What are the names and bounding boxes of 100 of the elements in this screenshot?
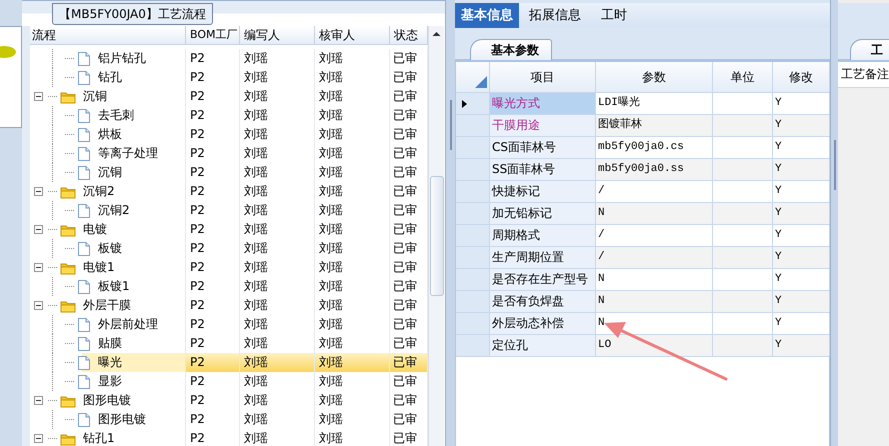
table-cell[interactable]: 干膜用途 — [490, 115, 596, 136]
column-header[interactable]: 项目 — [490, 62, 596, 92]
tree-node[interactable]: 沉铜2 — [81, 182, 117, 201]
collapse-toggle[interactable] — [34, 434, 43, 443]
table-cell[interactable]: LDI曝光 — [596, 93, 713, 114]
tree-node[interactable]: 板镀1 — [96, 277, 132, 296]
collapse-toggle[interactable] — [34, 396, 43, 405]
table-cell: 刘瑶 — [315, 87, 390, 106]
table-cell[interactable]: Y — [773, 115, 830, 136]
table-cell: P2 — [186, 353, 240, 372]
table-cell: P2 — [186, 163, 240, 182]
column-header[interactable]: BOM工厂 — [186, 26, 240, 44]
splitter-handle[interactable] — [830, 0, 838, 446]
tab[interactable]: 拓展信息 — [519, 3, 591, 28]
document-icon — [77, 146, 91, 162]
table-cell[interactable]: SS面菲林号 — [490, 159, 596, 180]
tree-node[interactable]: 等离子处理 — [96, 144, 160, 163]
table-cell[interactable]: 定位孔 — [490, 335, 596, 356]
table-cell[interactable]: 图镀菲林 — [596, 115, 713, 136]
column-header[interactable]: 流程 — [30, 26, 186, 44]
table-cell[interactable]: / — [596, 225, 713, 246]
table-cell: 已审 — [390, 353, 428, 372]
table-cell[interactable]: / — [596, 181, 713, 202]
table-cell[interactable]: mb5fy00ja0.ss — [596, 159, 713, 180]
tree-node[interactable]: 烘板 — [96, 125, 124, 144]
column-header[interactable]: 参数 — [596, 62, 713, 92]
table-cell: 刘瑶 — [315, 163, 390, 182]
table-cell[interactable]: N — [596, 291, 713, 312]
tree-node[interactable]: 图形电镀 — [81, 391, 133, 410]
collapse-toggle[interactable] — [34, 263, 43, 272]
row-header[interactable] — [456, 93, 490, 114]
tree-node[interactable]: 钻孔 — [96, 68, 124, 87]
tree-node[interactable]: 去毛刺 — [96, 106, 136, 125]
table-cell[interactable]: N — [596, 269, 713, 290]
table-cell: P2 — [186, 258, 240, 277]
collapse-toggle[interactable] — [34, 92, 43, 101]
column-header[interactable]: 单位 — [713, 62, 773, 92]
folder-icon — [60, 184, 76, 198]
document-icon — [77, 126, 91, 142]
table-cell[interactable]: 周期格式 — [490, 225, 596, 246]
table-cell: 刘瑶 — [240, 353, 315, 372]
table-cell: 刘瑶 — [240, 49, 315, 68]
table-cell[interactable]: Y — [773, 203, 830, 224]
tree-node[interactable]: 贴膜 — [96, 334, 124, 353]
tab[interactable]: 工 — [850, 39, 889, 60]
tree-node[interactable]: 曝光 — [96, 353, 124, 372]
table-cell[interactable]: Y — [773, 335, 830, 356]
table-cell: P2 — [186, 429, 240, 446]
table-cell: P2 — [186, 315, 240, 334]
tree-node[interactable]: 沉铜 — [81, 87, 109, 106]
table-cell[interactable]: mb5fy00ja0.cs — [596, 137, 713, 158]
table-cell[interactable]: 加无铅标记 — [490, 203, 596, 224]
collapse-toggle[interactable] — [34, 301, 43, 310]
collapse-toggle[interactable] — [34, 187, 43, 196]
table-cell[interactable]: 曝光方式 — [490, 93, 596, 114]
table-cell: 刘瑶 — [315, 144, 390, 163]
table-cell: 刘瑶 — [315, 49, 390, 68]
tree-node[interactable]: 电镀1 — [81, 258, 117, 277]
table-cell: P2 — [186, 144, 240, 163]
table-cell[interactable]: N — [596, 203, 713, 224]
table-cell[interactable]: 生产周期位置 — [490, 247, 596, 268]
table-cell[interactable]: 是否有负焊盘 — [490, 291, 596, 312]
table-cell[interactable]: 外层动态补偿 — [490, 313, 596, 334]
table-cell: 刘瑶 — [315, 296, 390, 315]
tree-node[interactable]: 外层前处理 — [96, 315, 160, 334]
tree-node[interactable]: 显影 — [96, 372, 124, 391]
table-cell: P2 — [186, 220, 240, 239]
document-icon — [77, 108, 91, 124]
table-cell[interactable]: 是否存在生产型号 — [490, 269, 596, 290]
tree-node[interactable]: 板镀 — [96, 239, 124, 258]
scroll-thumb[interactable] — [430, 176, 444, 296]
table-cell[interactable]: Y — [773, 291, 830, 312]
tree-node[interactable]: 电镀 — [81, 220, 109, 239]
tab[interactable]: 工时 — [591, 3, 637, 28]
tree-node[interactable]: 外层干膜 — [81, 296, 133, 315]
tab[interactable]: 基本参数 — [470, 39, 552, 60]
column-header[interactable]: 编写人 — [240, 26, 315, 44]
table-cell[interactable]: Y — [773, 159, 830, 180]
table-cell[interactable]: Y — [773, 247, 830, 268]
collapse-toggle[interactable] — [34, 225, 43, 234]
splitter-handle[interactable] — [445, 0, 455, 446]
tab[interactable]: 基本信息 — [455, 3, 519, 28]
tree-node[interactable]: 沉铜2 — [96, 201, 132, 220]
table-cell: P2 — [186, 277, 240, 296]
scrollbar[interactable] — [428, 26, 444, 446]
table-cell: P2 — [186, 182, 240, 201]
column-header[interactable]: 核审人 — [315, 26, 390, 44]
tree-node[interactable]: 沉铜 — [96, 163, 124, 182]
table-cell[interactable]: / — [596, 247, 713, 268]
table-cell[interactable]: CS面菲林号 — [490, 137, 596, 158]
table-cell: P2 — [186, 68, 240, 87]
table-cell: 刘瑶 — [315, 182, 390, 201]
tree-node[interactable]: 铝片钻孔 — [96, 49, 148, 68]
table-cell: 刘瑶 — [240, 391, 315, 410]
table-cell: P2 — [186, 49, 240, 68]
tree-node[interactable]: 图形电镀 — [96, 410, 148, 429]
tree-node[interactable]: 钻孔1 — [81, 429, 117, 446]
table-cell: 刘瑶 — [240, 125, 315, 144]
table-cell[interactable]: 快捷标记 — [490, 181, 596, 202]
table-cell[interactable]: LO — [596, 335, 713, 356]
